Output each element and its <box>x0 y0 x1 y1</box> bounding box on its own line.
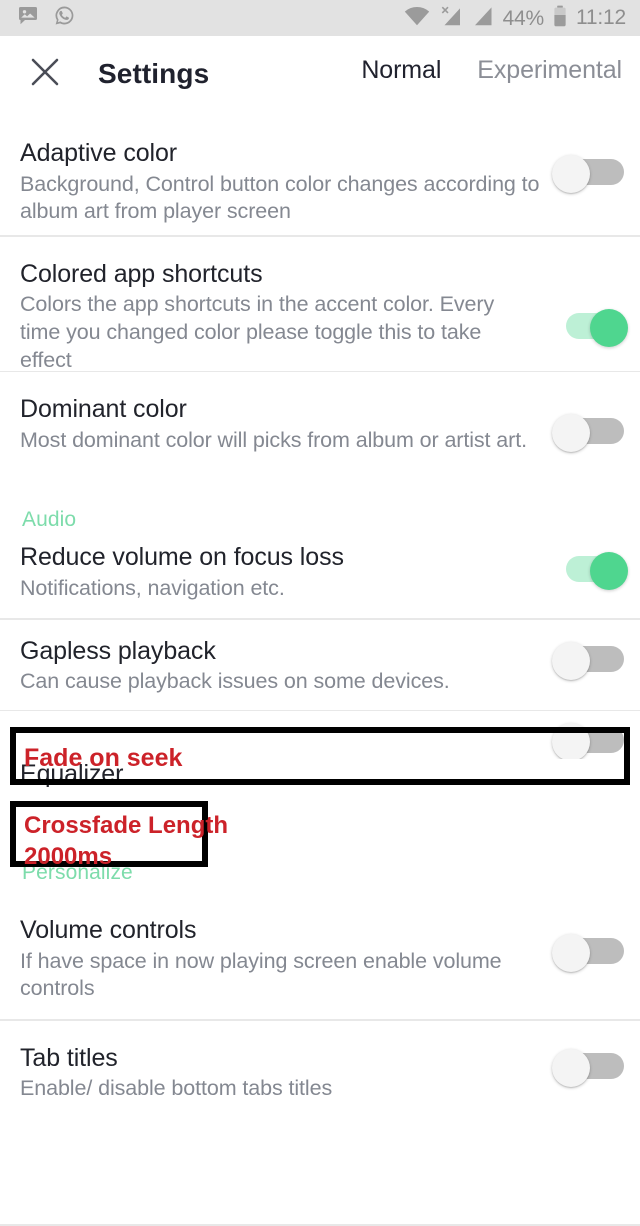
setting-row-adaptive-color[interactable]: Adaptive color Background, Control butto… <box>0 112 640 235</box>
settings-list: Adaptive color Background, Control butto… <box>0 112 640 1226</box>
status-notification-icons <box>18 5 75 31</box>
toggle-adaptive-color[interactable] <box>552 155 628 193</box>
toggle-colored-app-shortcuts[interactable] <box>552 308 628 347</box>
tab-bar: Normal Experimental <box>361 36 640 112</box>
tab-normal[interactable]: Normal <box>361 36 441 85</box>
setting-row-reduce-volume[interactable]: Reduce volume on focus loss Notification… <box>0 534 640 618</box>
setting-row-tab-titles[interactable]: Tab titles Enable/ disable bottom tabs t… <box>0 1020 640 1117</box>
close-icon <box>30 57 60 92</box>
close-button[interactable] <box>16 45 74 103</box>
battery-icon <box>553 5 567 32</box>
toggle-thumb <box>590 308 628 347</box>
setting-subtitle: Notifications, navigation etc. <box>20 575 285 600</box>
toggle-thumb <box>552 1048 590 1087</box>
toggle-tab-titles[interactable] <box>552 1048 628 1087</box>
setting-row-gapless-playback[interactable]: Gapless playback Can cause playback issu… <box>0 619 640 710</box>
whatsapp-icon <box>54 5 75 31</box>
setting-title: Reduce volume on focus loss <box>20 543 344 571</box>
setting-row-dominant-color[interactable]: Dominant color Most dominant color will … <box>0 372 640 490</box>
setting-subtitle: Background, Control button color changes… <box>20 171 540 224</box>
annotation-label-crossfade-length: Crossfade Length <box>24 812 229 839</box>
setting-title: Gapless playback <box>20 636 216 665</box>
page-title: Settings <box>98 58 210 89</box>
toggle-thumb <box>552 155 590 193</box>
setting-subtitle: If have space in now playing screen enab… <box>20 948 502 1001</box>
setting-title: Volume controls <box>20 916 197 944</box>
toggle-fade-on-seek[interactable] <box>552 723 628 761</box>
status-right-icons: 44% 11:12 <box>404 5 626 32</box>
toggle-reduce-volume[interactable] <box>552 552 628 590</box>
tab-experimental[interactable]: Experimental <box>477 36 622 85</box>
section-header-audio: Audio <box>22 508 77 531</box>
toggle-thumb <box>552 934 590 972</box>
setting-title: Tab titles <box>20 1043 118 1072</box>
annotation-label-crossfade-value: 2000ms <box>24 843 113 870</box>
signal-no-sim-icon <box>439 6 463 31</box>
toggle-dominant-color[interactable] <box>552 414 628 452</box>
setting-subtitle: Can cause playback issues on some device… <box>20 669 450 693</box>
setting-subtitle: Most dominant color will picks from albu… <box>20 427 527 452</box>
toggle-thumb <box>552 723 590 761</box>
toggle-gapless-playback[interactable] <box>552 641 628 680</box>
setting-title: Dominant color <box>20 395 187 423</box>
status-bar: 44% 11:12 <box>0 0 640 36</box>
setting-row-colored-app-shortcuts[interactable]: Colored app shortcuts Colors the app sho… <box>0 236 640 372</box>
setting-title: Colored app shortcuts <box>20 259 263 288</box>
setting-row-volume-controls[interactable]: Volume controls If have space in now pla… <box>0 901 640 1019</box>
app-bar: Settings Normal Experimental <box>0 36 640 150</box>
signal-bars-icon <box>472 6 494 31</box>
photo-notification-icon <box>18 6 40 31</box>
divider <box>0 1224 640 1226</box>
setting-subtitle: Enable/ disable bottom tabs titles <box>20 1076 333 1100</box>
setting-title: Adaptive color <box>20 139 178 167</box>
annotation-label-fade-on-seek: Fade on seek <box>24 744 183 772</box>
toggle-thumb <box>590 552 628 590</box>
toggle-thumb <box>552 414 590 452</box>
status-clock: 11:12 <box>576 6 626 29</box>
toggle-volume-controls[interactable] <box>552 934 628 972</box>
setting-subtitle: Colors the app shortcuts in the accent c… <box>20 292 495 372</box>
wifi-icon <box>404 6 430 31</box>
battery-percent-label: 44% <box>502 6 545 30</box>
toggle-thumb <box>552 641 590 680</box>
